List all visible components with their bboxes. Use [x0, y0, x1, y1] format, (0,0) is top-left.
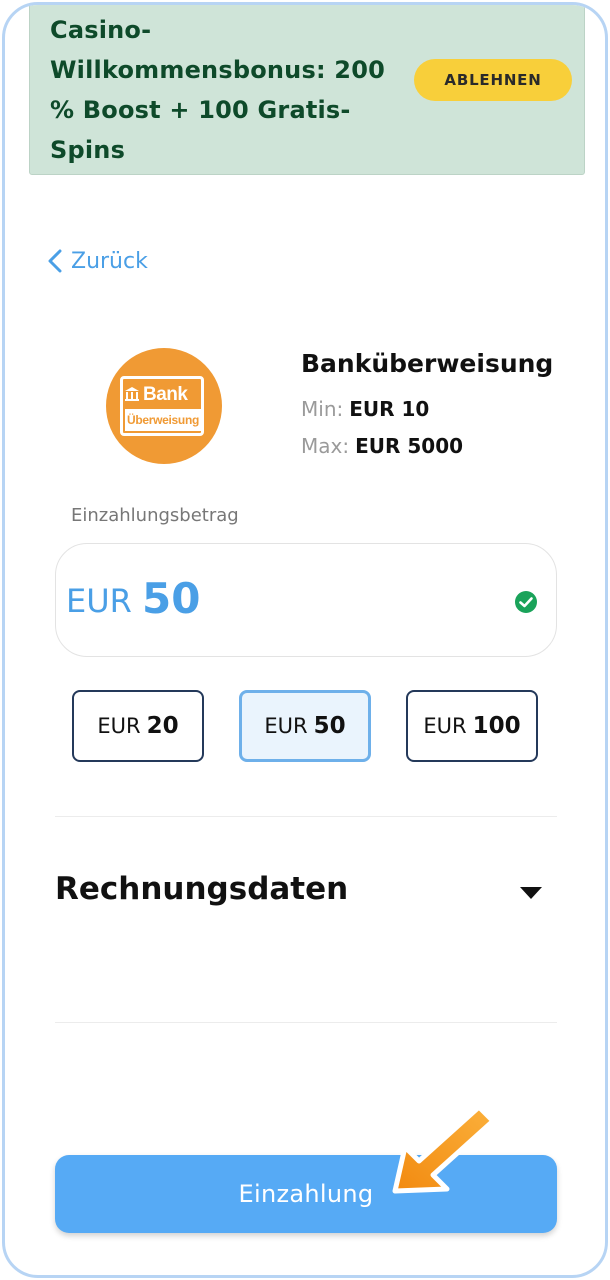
- promo-text: Casino-Willkommensbonus: 200 % Boost + 1…: [50, 16, 385, 164]
- arrow-pointer-icon: [392, 1104, 496, 1194]
- min-limit: Min: EUR 10: [301, 397, 429, 421]
- logo-bank-text: Bank: [124, 384, 188, 406]
- quick-amount-value: 20: [146, 713, 179, 739]
- amount-label: Einzahlungsbetrag: [71, 505, 239, 526]
- divider: [55, 816, 557, 817]
- bank-transfer-logo: Bank Überweisung: [106, 348, 222, 464]
- bank-building-icon: [125, 387, 139, 401]
- quick-amount-currency: EUR: [423, 714, 467, 738]
- logo-bank-word: Bank: [143, 384, 188, 405]
- quick-amount-100-button[interactable]: EUR 100: [406, 690, 538, 762]
- back-label: Zurück: [71, 248, 148, 274]
- billing-title: Rechnungsdaten: [55, 871, 349, 907]
- amount-currency: EUR: [66, 582, 132, 620]
- amount-input[interactable]: EUR 50: [55, 543, 557, 657]
- min-label: Min:: [301, 397, 344, 421]
- max-label: Max:: [301, 434, 350, 458]
- quick-amount-value: 100: [472, 713, 521, 739]
- quick-amount-value: 50: [313, 713, 346, 739]
- back-link[interactable]: Zurück: [47, 241, 148, 281]
- max-limit: Max: EUR 5000: [301, 434, 463, 458]
- quick-amount-50-button[interactable]: EUR 50: [239, 690, 371, 762]
- quick-amount-currency: EUR: [97, 714, 141, 738]
- decline-button[interactable]: ABLEHNEN: [414, 59, 572, 101]
- check-circle-icon: [515, 591, 537, 613]
- payment-method-name: Banküberweisung: [301, 349, 554, 378]
- amount-value: 50: [142, 574, 201, 623]
- quick-amount-currency: EUR: [264, 714, 308, 738]
- caret-down-icon: [520, 887, 542, 899]
- promo-banner: Casino-Willkommensbonus: 200 % Boost + 1…: [29, 5, 585, 175]
- divider: [55, 1022, 557, 1023]
- billing-section-toggle[interactable]: Rechnungsdaten: [55, 867, 545, 917]
- chevron-left-icon: [48, 249, 62, 273]
- quick-amount-20-button[interactable]: EUR 20: [72, 690, 204, 762]
- app-frame: Casino-Willkommensbonus: 200 % Boost + 1…: [2, 2, 608, 1278]
- logo-ueberweisung-text: Überweisung: [125, 409, 201, 431]
- max-value: EUR 5000: [355, 434, 464, 458]
- min-value: EUR 10: [349, 397, 430, 421]
